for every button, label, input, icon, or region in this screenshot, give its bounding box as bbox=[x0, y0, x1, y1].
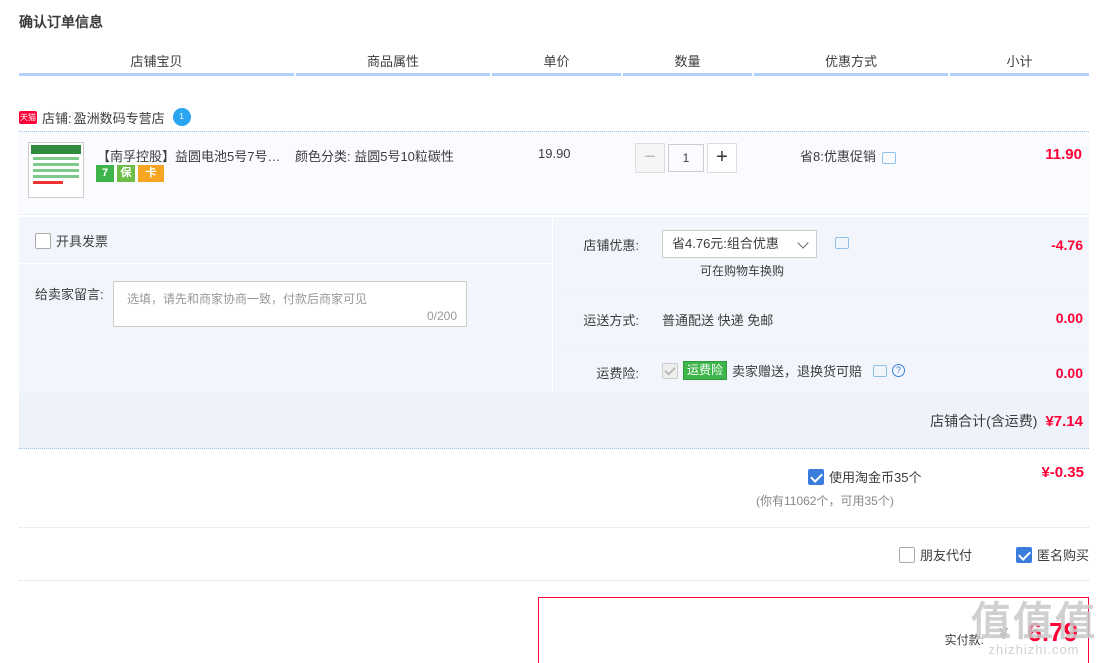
invoice-label: 开具发票 bbox=[56, 234, 109, 249]
help-icon[interactable]: ? bbox=[892, 364, 906, 377]
coins-amount: ¥-0.35 bbox=[1041, 464, 1084, 481]
shop-discount-label: 店铺优惠: bbox=[583, 238, 639, 253]
shipping-amount: 0.00 bbox=[1055, 310, 1083, 326]
service-icons: 7 保 卡 bbox=[96, 165, 164, 182]
item-promotion: 省8:优惠促销 bbox=[800, 146, 896, 165]
page-title: 确认订单信息 bbox=[19, 14, 103, 30]
column-header-attributes: 商品属性 bbox=[296, 54, 490, 76]
column-header-quantity: 数量 bbox=[623, 54, 752, 76]
tmall-icon: 天猫 bbox=[19, 110, 37, 124]
coins-checkbox[interactable] bbox=[808, 468, 824, 485]
shipping-method: 普通配送 快递 免邮 bbox=[662, 313, 774, 328]
anonymous-purchase-option[interactable]: 匿名购买 bbox=[1016, 545, 1089, 564]
seller-message-textarea[interactable]: 选填，请先和商家协商一致，付款后商家可见 0/200 bbox=[113, 281, 467, 327]
seller-message-label: 给卖家留言: bbox=[35, 287, 104, 302]
watermark-logo: 值值值 bbox=[971, 600, 1097, 644]
product-attribute: 颜色分类: 益圆5号10粒碳性 bbox=[295, 149, 454, 164]
insurance-amount: 0.00 bbox=[1055, 365, 1083, 381]
shop-discount-note: 可在购物车换购 bbox=[700, 264, 785, 278]
quantity-input[interactable]: 1 bbox=[668, 144, 704, 172]
quantity-increase-button[interactable]: + bbox=[707, 143, 737, 173]
credit-card-icon[interactable]: 卡 bbox=[138, 165, 164, 182]
shop-discount-value: 省4.76元:组合优惠 bbox=[672, 236, 779, 251]
site-watermark: 值值值 zhizhizhi.com bbox=[971, 602, 1097, 657]
anonymous-label: 匿名购买 bbox=[1037, 548, 1090, 563]
invoice-checkbox[interactable] bbox=[35, 232, 51, 249]
taobao-coins-option[interactable]: 使用淘金币35个 bbox=[808, 467, 921, 486]
insurance-comment-icon[interactable] bbox=[873, 364, 888, 377]
column-header-shop-item: 店铺宝贝 bbox=[19, 54, 294, 76]
order-options-panel: 开具发票 给卖家留言: 选填，请先和商家协商一致，付款后商家可见 0/200 店… bbox=[19, 217, 1089, 449]
column-header-unit-price: 单价 bbox=[492, 54, 621, 76]
column-header-subtotal: 小计 bbox=[950, 54, 1089, 76]
coins-note: (你有11062个，可用35个) bbox=[756, 494, 894, 508]
promo-comment-icon[interactable] bbox=[881, 151, 896, 164]
wangwang-chat-icon[interactable]: 1 bbox=[172, 108, 191, 126]
insurance-row: 运费险: 运费险 卖家赠送，退换货可赔 ? 0.00 bbox=[554, 345, 1089, 393]
quantity-stepper: − 1 + bbox=[635, 143, 737, 173]
discount-comment-icon[interactable] bbox=[835, 237, 849, 249]
insurance-checkbox bbox=[662, 362, 678, 379]
shop-discount-row: 店铺优惠: 省4.76元:组合优惠 可在购物车换购 -4.76 bbox=[554, 217, 1089, 290]
unit-price: 19.90 bbox=[538, 146, 571, 161]
friend-pay-label: 朋友代付 bbox=[920, 548, 973, 563]
shop-total-value: ¥7.14 bbox=[1045, 413, 1083, 430]
watermark-url: zhizhizhi.com bbox=[988, 642, 1080, 657]
shipping-label: 运送方式: bbox=[583, 313, 639, 328]
quantity-decrease-button[interactable]: − bbox=[635, 143, 665, 173]
coins-label: 使用淘金币35个 bbox=[829, 470, 922, 485]
insurance-option: 运费险 卖家赠送，退换货可赔 ? bbox=[662, 361, 906, 380]
shipping-row: 运送方式: 普通配送 快递 免邮 0.00 bbox=[554, 291, 1089, 344]
chevron-down-icon bbox=[797, 237, 809, 249]
guarantee-icon[interactable]: 保 bbox=[117, 165, 135, 182]
item-subtotal: 11.90 bbox=[1045, 146, 1082, 163]
message-placeholder: 选填，请先和商家协商一致，付款后商家可见 bbox=[127, 292, 368, 306]
invoice-option[interactable]: 开具发票 bbox=[35, 231, 108, 250]
product-thumbnail[interactable] bbox=[28, 142, 84, 198]
shop-total: 店铺合计(含运费) ¥7.14 bbox=[930, 411, 1083, 431]
anonymous-checkbox[interactable] bbox=[1016, 546, 1032, 563]
shop-discount-select[interactable]: 省4.76元:组合优惠 bbox=[662, 230, 817, 258]
promotion-text: 省8:优惠促销 bbox=[800, 149, 876, 164]
shop-total-label: 店铺合计(含运费) bbox=[930, 413, 1038, 429]
insurance-description: 卖家赠送，退换货可赔 bbox=[732, 364, 863, 379]
seven-day-return-icon[interactable]: 7 bbox=[96, 165, 114, 182]
friend-pay-option[interactable]: 朋友代付 bbox=[899, 545, 972, 564]
shop-label: 店铺: bbox=[42, 110, 72, 126]
shop-row: 天猫 店铺: 盈洲数码专营店 1 bbox=[19, 106, 191, 128]
order-item-row: 【南孚控股】益圆电池5号7号碳性干电池 7 保 卡 颜色分类: 益圆5号10粒碳… bbox=[19, 131, 1089, 215]
shop-name-link[interactable]: 盈洲数码专营店 bbox=[74, 108, 165, 127]
options-left: 开具发票 给卖家留言: 选填，请先和商家协商一致，付款后商家可见 0/200 bbox=[19, 217, 553, 393]
message-char-count: 0/200 bbox=[426, 309, 457, 323]
options-right: 店铺优惠: 省4.76元:组合优惠 可在购物车换购 -4.76 运送方式: 普通… bbox=[554, 217, 1089, 393]
column-header-discount: 优惠方式 bbox=[754, 54, 948, 76]
shop-discount-amount: -4.76 bbox=[1051, 237, 1083, 253]
friend-pay-checkbox[interactable] bbox=[899, 546, 915, 563]
insurance-label: 运费险: bbox=[596, 366, 639, 381]
product-title-link[interactable]: 【南孚控股】益圆电池5号7号碳性干电池 bbox=[97, 146, 287, 165]
insurance-tag: 运费险 bbox=[683, 361, 728, 380]
